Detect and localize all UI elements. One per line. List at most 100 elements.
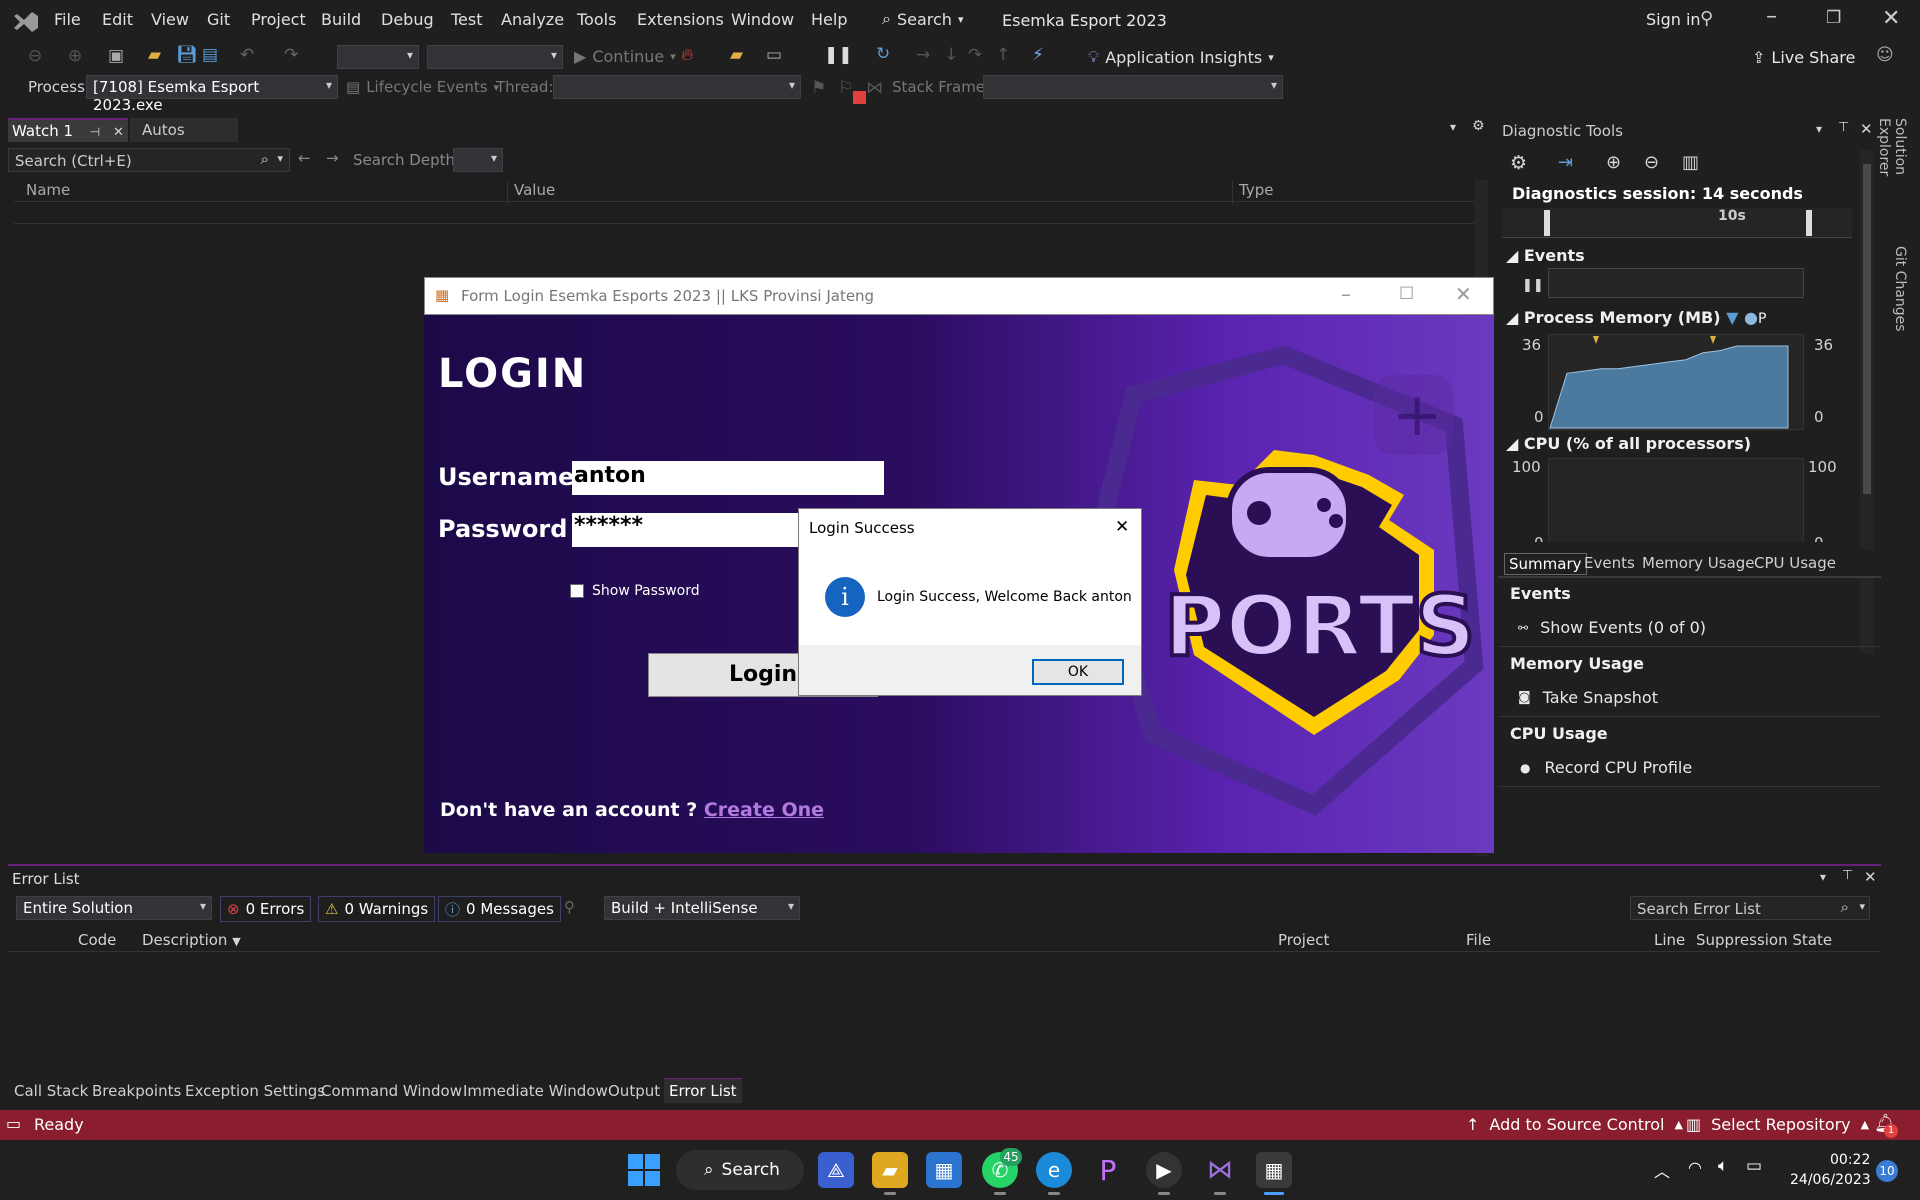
flag-icon[interactable]: ⚑ [811, 78, 826, 98]
col-suppression-state[interactable]: Suppression State [1696, 931, 1832, 949]
col-name[interactable]: Name [26, 181, 70, 199]
menu-test[interactable]: Test [451, 10, 483, 29]
open-folder-icon[interactable]: ▰ [148, 45, 161, 65]
pause-icon[interactable]: ❚❚ [824, 45, 853, 65]
col-code[interactable]: Code [78, 931, 116, 949]
warnings-filter-button[interactable]: ⚠ 0 Warnings [318, 896, 436, 922]
panel-menu-icon[interactable]: ▾ [1820, 870, 1826, 884]
sign-in-link[interactable]: Sign in [1646, 10, 1701, 29]
menu-git[interactable]: Git [207, 10, 230, 29]
search-error-list-input[interactable]: Search Error List ⌕ ▾ [1630, 896, 1870, 920]
clock-time[interactable]: 00:22 [1830, 1152, 1870, 1168]
lifecycle-events-button[interactable]: ▤ Lifecycle Events ▾ [346, 78, 499, 96]
col-description[interactable]: Description ▼ [142, 931, 241, 949]
volume-icon[interactable]: 🔈︎ [1718, 1156, 1728, 1176]
username-input[interactable]: anton [572, 461, 884, 495]
watch-tab-active[interactable]: Watch 1 ⊣ ✕ [8, 118, 128, 142]
close-icon[interactable]: ✕ [1115, 517, 1129, 537]
settings-icon[interactable]: ⚙ [1510, 152, 1527, 174]
tab-output[interactable]: Output [608, 1082, 660, 1100]
step-over-icon[interactable]: ↷ [968, 45, 982, 65]
build-combo[interactable]: Build + IntelliSense [604, 896, 800, 920]
menu-window[interactable]: Window [731, 10, 794, 29]
taskbar-notification-badge[interactable]: 10 [1876, 1160, 1898, 1182]
chevron-down-icon[interactable]: ▾ [1859, 900, 1865, 913]
search-depth-combo[interactable] [453, 148, 503, 172]
pin-icon[interactable]: ⊤ [1838, 120, 1849, 135]
battery-icon[interactable]: ▭ [1746, 1156, 1762, 1176]
minimize-icon[interactable]: – [1341, 282, 1351, 306]
menu-view[interactable]: View [151, 10, 189, 29]
show-events-link[interactable]: ⚯ Show Events (0 of 0) [1518, 618, 1706, 637]
take-snapshot-button[interactable]: ◙ Take Snapshot [1518, 688, 1658, 707]
panel-menu-icon[interactable]: ▾ [1450, 120, 1456, 134]
watch-empty-row[interactable] [14, 202, 1474, 224]
menu-project[interactable]: Project [251, 10, 306, 29]
pin-icon[interactable]: ⊤ [1842, 868, 1853, 883]
vs-logo-icon[interactable] [12, 10, 40, 34]
forward-icon[interactable]: ⊕ [68, 46, 82, 66]
search-button[interactable]: ⌕ Search ▾ [882, 9, 963, 29]
menu-build[interactable]: Build [321, 10, 361, 29]
step-into-icon[interactable]: ↓ [944, 45, 958, 65]
search-forward-icon[interactable]: → [326, 149, 339, 167]
feedback-icon[interactable]: ☺ [1876, 45, 1894, 65]
diagnostics-icon[interactable]: ⚡ [1032, 45, 1044, 65]
autos-tab[interactable]: Autos [130, 118, 238, 142]
file-explorer-icon[interactable]: ▰ [872, 1152, 908, 1188]
application-insights-button[interactable]: 💡︎ Application Insights ▾ [1088, 47, 1274, 67]
pause-icon[interactable]: ❚❚ [1522, 278, 1544, 293]
close-icon[interactable]: ✕ [113, 125, 124, 140]
cpu-chart[interactable] [1548, 458, 1804, 542]
panel-menu-icon[interactable]: ▾ [1816, 122, 1822, 136]
tab-command-window[interactable]: Command Window [321, 1082, 462, 1100]
chevron-down-icon[interactable]: ▾ [277, 152, 283, 165]
col-line[interactable]: Line [1654, 931, 1685, 949]
process-combo[interactable]: [7108] Esemka Esport 2023.exe [86, 75, 338, 114]
restore-icon[interactable]: ❐ [1826, 8, 1841, 28]
close-icon[interactable]: ✕ [1455, 282, 1472, 306]
chevron-up-icon[interactable]: ︿ [1654, 1158, 1670, 1182]
menu-debug[interactable]: Debug [381, 10, 434, 29]
filter-icon[interactable]: ⋈ [866, 78, 883, 98]
memory-chart[interactable] [1548, 334, 1804, 430]
thread-combo[interactable] [553, 75, 801, 99]
tab-exception-settings[interactable]: Exception Settings [185, 1082, 325, 1100]
folder-icon[interactable]: ▰ [730, 45, 743, 65]
diag-scrollbar[interactable] [1860, 150, 1874, 654]
save-all-icon[interactable]: ▤ [202, 45, 218, 65]
zoom-out-icon[interactable]: ⊖ [1644, 152, 1659, 173]
search-icon[interactable]: ⌕ [261, 150, 269, 168]
save-icon[interactable]: 💾︎ [176, 45, 198, 65]
config-combo[interactable] [337, 45, 419, 69]
esemka-app-icon[interactable]: ▦ [1256, 1152, 1292, 1188]
show-next-statement-icon[interactable]: → [916, 45, 930, 65]
col-project[interactable]: Project [1278, 931, 1329, 949]
user-icon[interactable]: ⚲ [1700, 8, 1713, 29]
errors-filter-button[interactable]: ⊗ 0 Errors [220, 896, 312, 922]
store-icon[interactable]: ▦ [926, 1152, 962, 1188]
tab-cpu-usage[interactable]: CPU Usage [1754, 554, 1836, 572]
visual-studio-icon[interactable]: ⋈ [1202, 1152, 1238, 1188]
taskbar-search[interactable]: ⌕ Search [676, 1150, 804, 1190]
live-share-button[interactable]: ⇪ Live Share [1752, 48, 1855, 67]
export-icon[interactable]: ⇥ [1558, 152, 1573, 173]
close-icon[interactable]: ✕ [1860, 120, 1873, 138]
scope-combo[interactable]: Entire Solution [16, 896, 212, 920]
tab-breakpoints[interactable]: Breakpoints [92, 1082, 181, 1100]
menu-edit[interactable]: Edit [102, 10, 133, 29]
search-back-icon[interactable]: ← [298, 149, 311, 167]
redo-icon[interactable]: ↷ [284, 45, 298, 65]
back-icon[interactable]: ⊖ [28, 46, 42, 66]
tab-call-stack[interactable]: Call Stack [14, 1082, 88, 1100]
record-cpu-profile-button[interactable]: ● Record CPU Profile [1520, 758, 1692, 777]
tab-summary[interactable]: Summary [1504, 553, 1587, 575]
create-account-link[interactable]: Create One [704, 799, 824, 821]
tab-events[interactable]: Events [1584, 554, 1635, 572]
minimize-icon[interactable]: – [1766, 4, 1777, 29]
zoom-in-icon[interactable]: ⊕ [1606, 152, 1621, 173]
show-password-checkbox[interactable]: Show Password [570, 583, 700, 599]
messages-filter-button[interactable]: ⓘ 0 Messages [438, 896, 561, 922]
watch-search-input[interactable]: Search (Ctrl+E) ⌕ ▾ [8, 148, 290, 172]
undo-icon[interactable]: ↶ [240, 45, 254, 65]
